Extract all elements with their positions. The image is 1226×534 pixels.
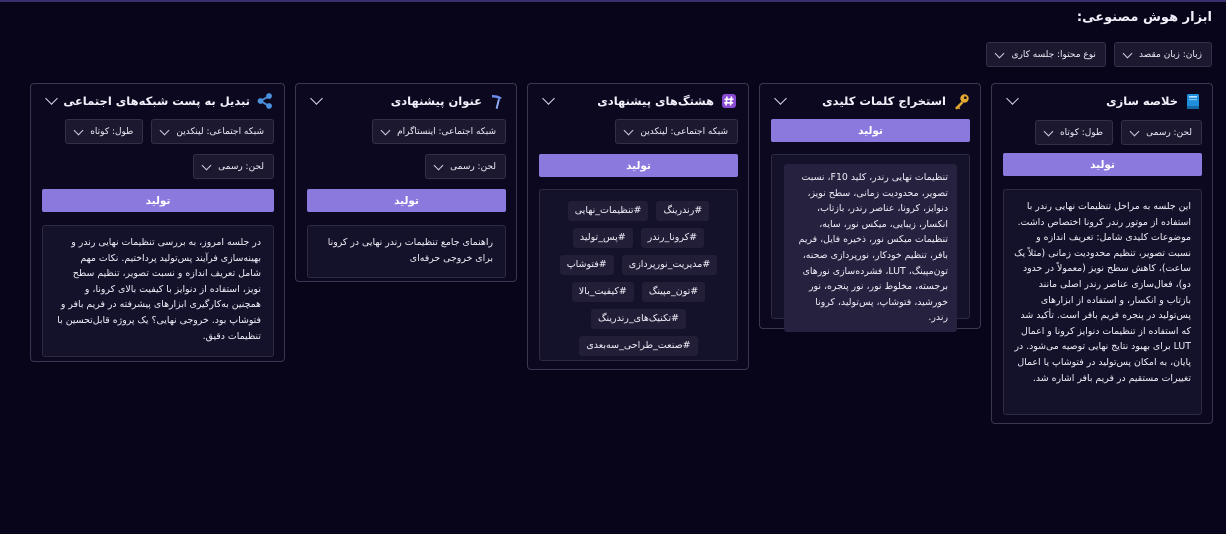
keywords-output-box: تنظیمات نهایی رندر، کلید F10، نسبت تصویر…	[771, 154, 970, 332]
hashtag-chip[interactable]: #کیفیت_بالا	[571, 282, 634, 302]
top-accent-line	[0, 0, 1226, 2]
hashtag-chip[interactable]: #تکنیک‌های_رندرینگ	[591, 309, 686, 329]
title-tone-options: لحن: رسمی	[425, 154, 506, 179]
hashtag-row: #مدیریت_نورپردازی #فتوشاپ	[559, 255, 718, 275]
hashtags-output: #رندرینگ #تنظیمات_نهایی #کرونا_رندر #پس_…	[539, 189, 738, 361]
chevron-down-icon	[73, 125, 84, 135]
title-suggest-card-title: عنوان پیشنهادی	[390, 94, 482, 108]
social-post-card-header[interactable]: تبدیل به پست شبکه‌های اجتماعی	[41, 90, 274, 112]
chevron-down-icon[interactable]	[774, 92, 787, 105]
title-output: راهنمای جامع تنظیمات رندر نهایی در کرونا…	[307, 225, 506, 278]
title-network-options: شبکه اجتماعی: اینستاگرام	[372, 119, 506, 144]
hashtag-row: #تون_مپینگ #کیفیت_بالا	[571, 282, 706, 302]
tone-select-label: لحن: رسمی	[450, 161, 496, 172]
chevron-down-icon[interactable]	[542, 92, 555, 105]
content-type-select[interactable]: نوع محتوا: جلسه کاری	[986, 42, 1106, 67]
keywords-card: استخراج کلمات کلیدی تولید تنظیمات نهایی …	[759, 83, 981, 332]
hash-icon	[720, 92, 738, 110]
hashtags-options: شبکه اجتماعی: لینکدین	[615, 119, 738, 144]
keywords-card-title: استخراج کلمات کلیدی	[822, 94, 946, 108]
social-tone-options: لحن: رسمی	[193, 154, 274, 179]
hashtag-chip[interactable]: #تون_مپینگ	[641, 282, 706, 302]
hashtag-chip[interactable]: #صنعت_طراحی_سه‌بعدی	[579, 336, 698, 356]
pen-icon	[488, 92, 506, 110]
chevron-down-icon	[1043, 126, 1054, 136]
tone-select[interactable]: لحن: رسمی	[1121, 120, 1202, 145]
hashtag-chip[interactable]: #تنظیمات_نهایی	[567, 201, 649, 221]
keywords-output: تنظیمات نهایی رندر، کلید F10، نسبت تصویر…	[784, 164, 957, 332]
summary-output: این جلسه به مراحل تنظیمات نهایی رندر با …	[1003, 189, 1202, 415]
hashtags-card-title: هشتگ‌های پیشنهادی	[597, 94, 714, 108]
hashtag-row: #کرونا_رندر #پس_تولید	[572, 228, 705, 248]
hashtag-row: #تکنیک‌های_رندرینگ	[591, 309, 686, 329]
page-title: ابزار هوش مصنوعی:	[1076, 10, 1212, 25]
hashtag-chip[interactable]: #کرونا_رندر	[640, 228, 705, 248]
chevron-down-icon[interactable]	[45, 92, 58, 105]
network-select[interactable]: شبکه اجتماعی: لینکدین	[151, 119, 274, 144]
hashtag-chip[interactable]: #فتوشاپ	[559, 255, 614, 275]
key-icon	[952, 92, 970, 110]
social-post-card-title: تبدیل به پست شبکه‌های اجتماعی	[63, 94, 250, 108]
length-select[interactable]: طول: کوتاه	[1034, 120, 1114, 145]
global-options: زبان: زبان مقصد نوع محتوا: جلسه کاری	[986, 42, 1212, 67]
chevron-down-icon[interactable]	[310, 92, 323, 105]
tone-select-label: لحن: رسمی	[218, 161, 264, 172]
tone-select-label: لحن: رسمی	[1146, 127, 1192, 138]
share-icon	[256, 92, 274, 110]
hashtag-chip[interactable]: #رندرینگ	[656, 201, 710, 221]
social-output: در جلسه امروز، به بررسی تنظیمات نهایی رن…	[42, 225, 274, 357]
social-options: شبکه اجتماعی: لینکدین طول: کوتاه	[65, 119, 274, 144]
hashtag-row: #صنعت_طراحی_سه‌بعدی	[579, 336, 698, 356]
keywords-card-header[interactable]: استخراج کلمات کلیدی	[770, 90, 970, 112]
book-icon	[1184, 92, 1202, 110]
hashtag-chip[interactable]: #مدیریت_نورپردازی	[621, 255, 718, 275]
network-select-label: شبکه اجتماعی: لینکدین	[640, 126, 728, 137]
network-select-label: شبکه اجتماعی: لینکدین	[176, 126, 264, 137]
hashtag-row: #رندرینگ #تنظیمات_نهایی	[567, 201, 710, 221]
title-suggest-card: عنوان پیشنهادی شبکه اجتماعی: اینستاگرام …	[295, 83, 517, 282]
language-select-label: زبان: زبان مقصد	[1138, 49, 1202, 60]
length-select-label: طول: کوتاه	[1059, 127, 1104, 138]
summary-options: لحن: رسمی طول: کوتاه	[1034, 120, 1202, 145]
keywords-generate-button[interactable]: تولید	[771, 119, 970, 142]
network-select[interactable]: شبکه اجتماعی: لینکدین	[615, 119, 738, 144]
chevron-down-icon	[1122, 48, 1133, 58]
social-post-card: تبدیل به پست شبکه‌های اجتماعی شبکه اجتما…	[30, 83, 285, 362]
chevron-down-icon	[159, 125, 170, 135]
chevron-down-icon	[380, 125, 391, 135]
chevron-down-icon	[995, 48, 1005, 58]
content-type-select-label: نوع محتوا: جلسه کاری	[1011, 49, 1096, 60]
hashtags-card: هشتگ‌های پیشنهادی شبکه اجتماعی: لینکدین …	[527, 83, 749, 370]
chevron-down-icon	[201, 160, 212, 170]
network-select[interactable]: شبکه اجتماعی: اینستاگرام	[372, 119, 506, 144]
summary-card-header[interactable]: خلاصه سازی	[1002, 90, 1202, 112]
length-select[interactable]: طول: کوتاه	[65, 119, 144, 144]
hashtag-chip[interactable]: #پس_تولید	[572, 228, 633, 248]
length-select-label: طول: کوتاه	[90, 126, 134, 137]
hashtags-generate-button[interactable]: تولید	[539, 154, 738, 177]
tone-select[interactable]: لحن: رسمی	[193, 154, 274, 179]
summary-generate-button[interactable]: تولید	[1003, 153, 1202, 176]
summary-card: خلاصه سازی لحن: رسمی طول: کوتاه تولید ای…	[991, 83, 1213, 424]
tone-select[interactable]: لحن: رسمی	[425, 154, 506, 179]
title-suggest-card-header[interactable]: عنوان پیشنهادی	[306, 90, 506, 112]
title-generate-button[interactable]: تولید	[307, 189, 506, 212]
chevron-down-icon[interactable]	[1006, 92, 1019, 105]
chevron-down-icon	[623, 125, 634, 135]
language-select[interactable]: زبان: زبان مقصد	[1113, 42, 1212, 67]
summary-card-title: خلاصه سازی	[1106, 94, 1178, 108]
chevron-down-icon	[1129, 126, 1140, 136]
social-generate-button[interactable]: تولید	[42, 189, 274, 212]
chevron-down-icon	[433, 160, 444, 170]
network-select-label: شبکه اجتماعی: اینستاگرام	[397, 126, 496, 137]
hashtags-card-header[interactable]: هشتگ‌های پیشنهادی	[538, 90, 738, 112]
